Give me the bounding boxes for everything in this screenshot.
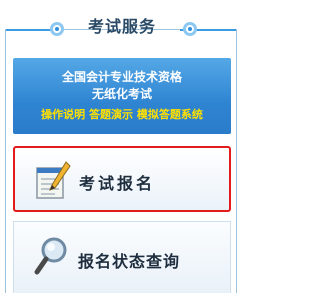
header-dot-right-icon [183, 22, 197, 36]
registration-status-query-label: 报名状态查询 [78, 252, 181, 271]
banner-line-1: 全国会计专业技术资格 [61, 70, 182, 84]
banner-line-2: 无纸化考试 [91, 87, 152, 101]
registration-status-query-button[interactable]: 报名状态查询 [13, 221, 231, 293]
exam-registration-button[interactable]: 考试报名 [13, 146, 231, 212]
notepad-pencil-icon [36, 161, 71, 199]
panel-title: 考试服务 [87, 17, 156, 36]
exam-system-banner[interactable]: 全国会计专业技术资格 无纸化考试 操作说明 答题演示 模拟答题系统 [13, 58, 231, 134]
header-dot-left-icon [50, 22, 64, 36]
magnifier-icon [34, 237, 67, 275]
banner-links[interactable]: 操作说明 答题演示 模拟答题系统 [13, 106, 231, 122]
exam-registration-label: 考试报名 [79, 174, 156, 193]
